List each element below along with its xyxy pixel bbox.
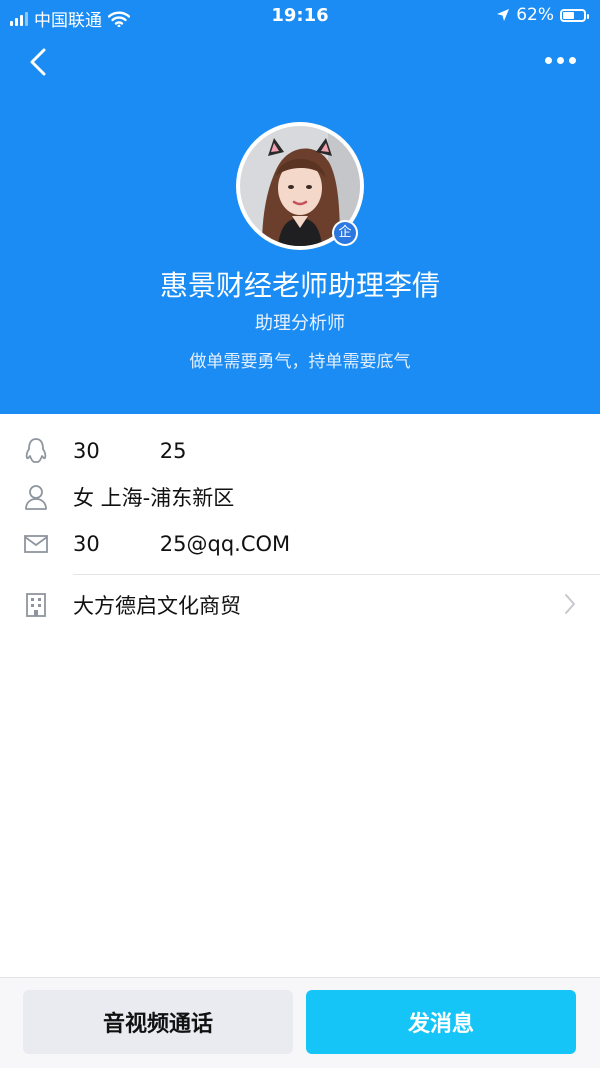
location-arrow-icon — [497, 9, 510, 21]
more-dot-icon — [568, 56, 576, 64]
chevron-right-icon — [565, 594, 575, 614]
status-right: 62% — [496, 5, 589, 25]
profile-name: 惠景财经老师助理李倩 — [159, 269, 440, 302]
gender-location: 女 上海-浦东新区 — [73, 486, 235, 510]
building-icon — [22, 591, 50, 619]
qq-row[interactable]: 30 25 — [0, 428, 600, 474]
more-dot-icon — [556, 56, 564, 64]
more-dot-icon — [544, 56, 552, 64]
bottom-action-bar: 音视频通话 发消息 — [0, 977, 600, 1068]
penguin-icon — [22, 437, 50, 465]
chevron-left-icon — [30, 48, 46, 76]
profile-header: 中国联通 19:16 62% 企 惠景财经老师助理李倩 助理分析师 做单需要勇气… — [0, 0, 600, 414]
av-call-button[interactable]: 音视频通话 — [23, 990, 293, 1054]
avatar-container[interactable]: 企 — [236, 122, 364, 250]
gender-location-row: 女 上海-浦东新区 — [0, 474, 600, 520]
more-button[interactable] — [540, 50, 580, 70]
qq-number: 30 25 — [73, 439, 187, 463]
mail-icon — [22, 530, 50, 558]
battery-icon — [560, 8, 589, 22]
send-message-button[interactable]: 发消息 — [306, 990, 576, 1054]
company-row[interactable]: 大方德启文化商贸 — [0, 582, 600, 628]
person-icon — [22, 483, 50, 511]
profile-signature: 做单需要勇气，持单需要底气 — [189, 352, 411, 372]
email-address: 30 25@qq.COM — [73, 532, 291, 556]
enterprise-badge: 企 — [332, 220, 358, 246]
battery-level — [563, 11, 574, 19]
company-name: 大方德启文化商贸 — [73, 594, 241, 618]
enterprise-badge-label: 企 — [334, 222, 356, 244]
email-row[interactable]: 30 25@qq.COM — [0, 521, 600, 567]
profile-title: 助理分析师 — [255, 313, 345, 334]
battery-percent: 62% — [516, 5, 554, 25]
section-divider — [73, 574, 600, 575]
status-bar: 中国联通 19:16 62% — [0, 0, 600, 32]
back-button[interactable] — [22, 42, 58, 82]
